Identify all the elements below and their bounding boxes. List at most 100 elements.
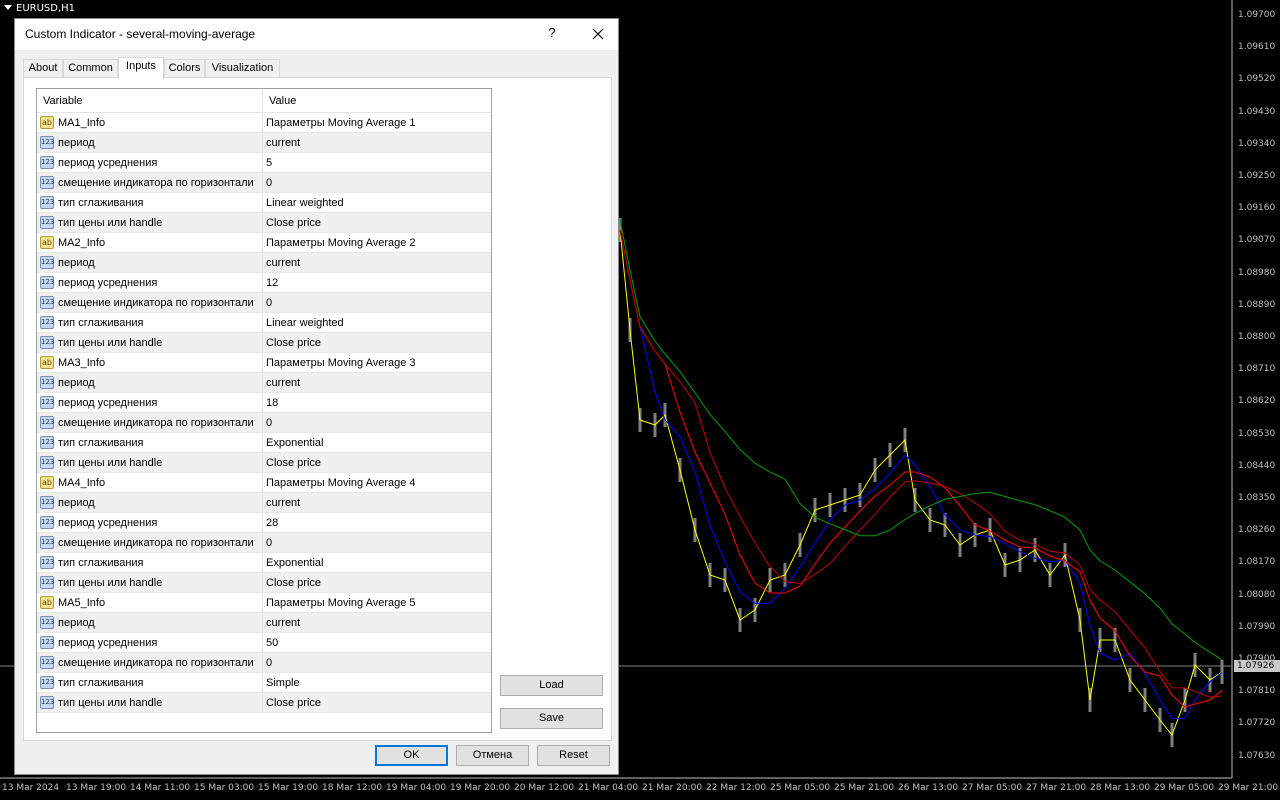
table-row[interactable]: 123 период усреднения 50 xyxy=(37,633,491,653)
table-row[interactable]: 123 период current xyxy=(37,493,491,513)
table-row[interactable]: 123 тип цены или handle Close price xyxy=(37,573,491,593)
moving-average-line xyxy=(619,219,1223,661)
table-row[interactable]: ab MA2_Info Параметры Moving Average 2 xyxy=(37,233,491,253)
row-variable: MA2_Info xyxy=(58,237,106,249)
row-value[interactable]: 0 xyxy=(266,297,272,309)
help-button[interactable]: ? xyxy=(545,25,559,40)
row-value[interactable]: current xyxy=(266,137,300,149)
table-row[interactable]: ab MA1_Info Параметры Moving Average 1 xyxy=(37,113,491,133)
table-row[interactable]: 123 период current xyxy=(37,133,491,153)
number-type-icon: 123 xyxy=(40,536,54,549)
tab-about[interactable]: About xyxy=(23,59,63,78)
row-variable: период усреднения xyxy=(58,397,158,409)
table-row[interactable]: 123 период current xyxy=(37,613,491,633)
row-value[interactable]: Close price xyxy=(266,457,321,469)
price-tick-label: 1.08260 xyxy=(1238,525,1276,536)
number-type-icon: 123 xyxy=(40,676,54,689)
row-variable: смещение индикатора по горизонтали xyxy=(58,417,254,429)
row-value[interactable]: Linear weighted xyxy=(266,197,344,209)
load-button[interactable]: Load xyxy=(500,675,603,696)
row-value[interactable]: Exponential xyxy=(266,437,324,449)
string-type-icon: ab xyxy=(40,596,54,609)
row-value[interactable]: Close price xyxy=(266,337,321,349)
table-row[interactable]: ab MA3_Info Параметры Moving Average 3 xyxy=(37,353,491,373)
price-tick-label: 1.08170 xyxy=(1238,557,1276,568)
row-value[interactable]: Simple xyxy=(266,677,300,689)
price-tick-label: 1.08350 xyxy=(1238,493,1276,503)
row-value[interactable]: current xyxy=(266,617,300,629)
table-row[interactable]: 123 тип цены или handle Close price xyxy=(37,333,491,353)
table-row[interactable]: 123 период усреднения 18 xyxy=(37,393,491,413)
table-row[interactable]: 123 период current xyxy=(37,373,491,393)
row-value[interactable]: 0 xyxy=(266,657,272,669)
row-value[interactable]: Close price xyxy=(266,577,321,589)
row-value[interactable]: Close price xyxy=(266,697,321,709)
row-value[interactable]: 0 xyxy=(266,177,272,189)
table-row[interactable]: 123 период current xyxy=(37,253,491,273)
tab-visualization[interactable]: Visualization xyxy=(205,59,280,78)
row-value[interactable]: Параметры Moving Average 2 xyxy=(266,237,416,249)
table-row[interactable]: 123 смещение индикатора по горизонтали 0 xyxy=(37,413,491,433)
row-value[interactable]: 5 xyxy=(266,157,272,169)
row-value[interactable]: 18 xyxy=(266,397,278,409)
table-body: ab MA1_Info Параметры Moving Average 1 123 п… xyxy=(37,113,491,713)
row-value[interactable]: Linear weighted xyxy=(266,317,344,329)
tab-common[interactable]: Common xyxy=(63,59,118,78)
table-row[interactable]: 123 тип цены или handle Close price xyxy=(37,453,491,473)
custom-indicator-dialog[interactable]: Custom Indicator - several-moving-averag… xyxy=(14,18,619,775)
column-header-value[interactable]: Value xyxy=(269,95,296,107)
row-value[interactable]: Exponential xyxy=(266,557,324,569)
table-row[interactable]: 123 тип сглаживания Exponential xyxy=(37,433,491,453)
table-row[interactable]: 123 смещение индикатора по горизонтали 0 xyxy=(37,653,491,673)
row-value[interactable]: 0 xyxy=(266,417,272,429)
table-row[interactable]: 123 период усреднения 12 xyxy=(37,273,491,293)
table-row[interactable]: 123 тип сглаживания Linear weighted xyxy=(37,193,491,213)
number-type-icon: 123 xyxy=(40,636,54,649)
table-row[interactable]: 123 смещение индикатора по горизонтали 0 xyxy=(37,533,491,553)
row-variable: тип сглаживания xyxy=(58,557,144,569)
table-row[interactable]: 123 смещение индикатора по горизонтали 0 xyxy=(37,293,491,313)
time-tick-label: 13 Mar 2024 xyxy=(2,783,60,793)
row-value[interactable]: current xyxy=(266,497,300,509)
tab-inputs[interactable]: Inputs xyxy=(118,57,164,79)
inputs-table[interactable]: Variable Value ab MA1_Info Параметры Movin… xyxy=(36,88,492,733)
table-row[interactable]: 123 тип цены или handle Close price xyxy=(37,213,491,233)
time-tick-label: 19 Mar 04:00 xyxy=(386,783,447,793)
number-type-icon: 123 xyxy=(40,256,54,269)
table-row[interactable]: 123 период усреднения 28 xyxy=(37,513,491,533)
table-row[interactable]: ab MA5_Info Параметры Moving Average 5 xyxy=(37,593,491,613)
string-type-icon: ab xyxy=(40,476,54,489)
reset-button[interactable]: Reset xyxy=(537,745,610,766)
ok-button[interactable]: OK xyxy=(375,745,448,766)
close-icon[interactable] xyxy=(588,24,608,44)
tab-colors[interactable]: Colors xyxy=(164,59,205,78)
row-value[interactable]: Параметры Moving Average 1 xyxy=(266,117,416,129)
save-button[interactable]: Save xyxy=(500,708,603,729)
row-value[interactable]: 12 xyxy=(266,277,278,289)
table-row[interactable]: 123 тип сглаживания Linear weighted xyxy=(37,313,491,333)
row-variable: тип цены или handle xyxy=(58,217,163,229)
row-value[interactable]: current xyxy=(266,377,300,389)
number-type-icon: 123 xyxy=(40,136,54,149)
row-variable: тип сглаживания xyxy=(58,197,144,209)
row-value[interactable]: 28 xyxy=(266,517,278,529)
time-tick-label: 19 Mar 20:00 xyxy=(450,783,511,793)
table-row[interactable]: 123 тип сглаживания Simple xyxy=(37,673,491,693)
row-value[interactable]: current xyxy=(266,257,300,269)
dialog-titlebar[interactable]: Custom Indicator - several-moving-averag… xyxy=(15,19,618,50)
table-row[interactable]: 123 тип сглаживания Exponential xyxy=(37,553,491,573)
row-value[interactable]: Параметры Moving Average 4 xyxy=(266,477,416,489)
table-row[interactable]: 123 тип цены или handle Close price xyxy=(37,693,491,713)
row-value[interactable]: Параметры Moving Average 3 xyxy=(266,357,416,369)
row-value[interactable]: Параметры Moving Average 5 xyxy=(266,597,416,609)
table-row[interactable]: 123 период усреднения 5 xyxy=(37,153,491,173)
table-row[interactable]: ab MA4_Info Параметры Moving Average 4 xyxy=(37,473,491,493)
table-row[interactable]: 123 смещение индикатора по горизонтали 0 xyxy=(37,173,491,193)
column-header-variable[interactable]: Variable xyxy=(43,95,83,107)
price-tick-label: 1.08440 xyxy=(1238,460,1276,471)
row-value[interactable]: Close price xyxy=(266,217,321,229)
row-value[interactable]: 0 xyxy=(266,537,272,549)
row-value[interactable]: 50 xyxy=(266,637,278,649)
cancel-button[interactable]: Отмена xyxy=(456,745,529,766)
row-variable: период усреднения xyxy=(58,277,158,289)
